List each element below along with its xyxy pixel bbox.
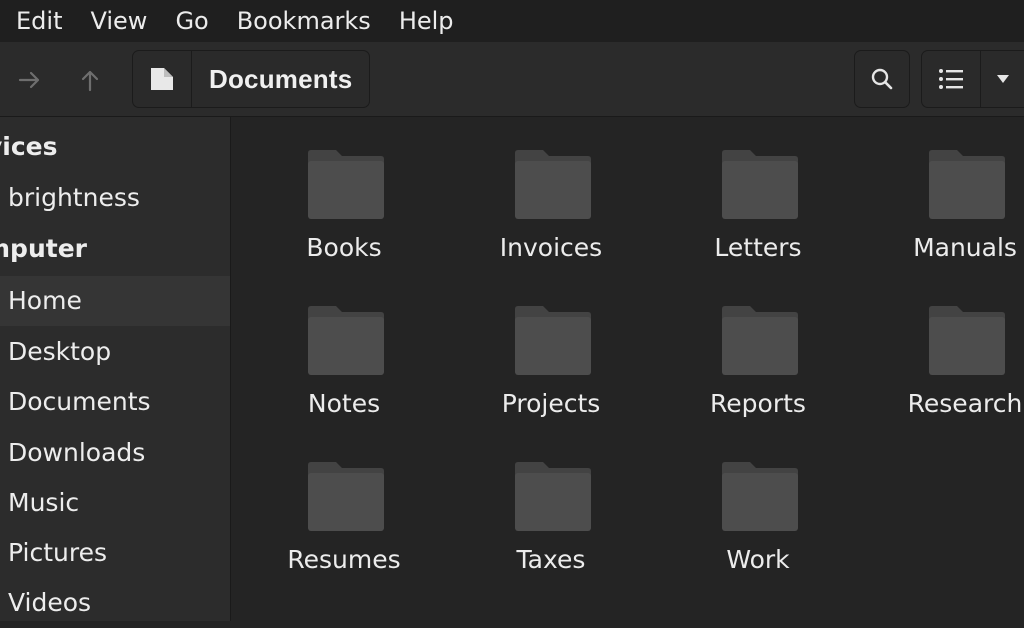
sidebar-item-downloads[interactable]: Downloads (0, 428, 230, 478)
folder-label: Resumes (287, 545, 401, 574)
folder-icon (929, 306, 1005, 375)
search-icon (871, 68, 893, 90)
folder-label: Invoices (499, 233, 603, 262)
folder-label: Taxes (516, 545, 586, 574)
folder-label: Work (726, 545, 790, 574)
folder-label: Books (306, 233, 382, 262)
folder-icon (929, 150, 1005, 219)
folder-icon (722, 306, 798, 375)
path-current[interactable]: Documents (209, 64, 352, 95)
folder-item[interactable]: Work (658, 429, 858, 574)
menu-go[interactable]: Go (175, 0, 208, 42)
view-dropdown-button[interactable] (981, 51, 1024, 107)
sidebar-header-label: mputer (0, 234, 87, 263)
folder-icon (515, 306, 591, 375)
folder-icon (515, 150, 591, 219)
folder-item[interactable]: Reports (658, 273, 858, 418)
list-view-icon (939, 69, 963, 89)
sidebar-item-label: Music (8, 488, 80, 517)
sidebar-item-label: Desktop (8, 337, 112, 366)
folder-item[interactable]: Invoices (451, 117, 651, 262)
sidebar-item-label: brightness (8, 183, 140, 212)
sidebar-item-label: Pictures (8, 538, 107, 567)
sidebar-item-music[interactable]: Music (0, 478, 230, 528)
arrow-up-icon (81, 70, 99, 92)
folder-icon (308, 150, 384, 219)
sidebar: vices brightness mputer Home Desktop Doc… (0, 117, 231, 621)
folder-label: Projects (501, 389, 601, 418)
sidebar-header-computer: mputer (0, 224, 230, 274)
search-button[interactable] (854, 50, 910, 108)
folder-item[interactable]: Letters (658, 117, 858, 262)
sidebar-item-label: Documents (8, 387, 151, 416)
folder-icon (515, 462, 591, 531)
sidebar-item-desktop[interactable]: Desktop (0, 327, 230, 377)
folder-item[interactable]: Books (244, 117, 444, 262)
sidebar-item-pictures[interactable]: Pictures (0, 528, 230, 578)
menu-bar: Edit View Go Bookmarks Help (0, 0, 1024, 42)
forward-button[interactable] (12, 62, 48, 98)
folder-label: Reports (710, 389, 806, 418)
folder-icon (722, 462, 798, 531)
folder-item[interactable]: Manuals (865, 117, 1024, 262)
document-folder-icon (151, 68, 173, 90)
up-button[interactable] (72, 62, 108, 98)
sidebar-header-label: vices (0, 132, 58, 161)
menu-help[interactable]: Help (399, 0, 454, 42)
sidebar-item-brightness[interactable]: brightness (0, 173, 230, 223)
folder-label: Notes (307, 389, 381, 418)
folder-icon (722, 150, 798, 219)
folder-item[interactable]: Notes (244, 273, 444, 418)
folder-item[interactable]: Taxes (451, 429, 651, 574)
sidebar-item-documents[interactable]: Documents (0, 377, 230, 427)
folder-icon (308, 462, 384, 531)
path-bar: Documents (132, 50, 370, 108)
folder-item[interactable]: Resumes (244, 429, 444, 574)
view-options-group (921, 50, 1024, 108)
file-grid: Books Invoices Letters Manuals Notes Projects… (231, 117, 1024, 621)
folder-label: Research (907, 389, 1023, 418)
menu-edit[interactable]: Edit (16, 0, 62, 42)
sidebar-item-label: Home (8, 286, 82, 315)
folder-item[interactable]: Projects (451, 273, 651, 418)
sidebar-item-home[interactable]: Home (0, 276, 230, 326)
chevron-down-icon (997, 75, 1009, 83)
folder-item[interactable]: Research (865, 273, 1024, 418)
toolbar: Documents (0, 42, 1024, 117)
folder-label: Letters (714, 233, 802, 262)
menu-view[interactable]: View (90, 0, 147, 42)
folder-label: Manuals (913, 233, 1017, 262)
list-view-button[interactable] (922, 51, 981, 107)
arrow-right-icon (18, 71, 40, 89)
sidebar-item-label: Downloads (8, 438, 146, 467)
path-folder-button[interactable] (133, 51, 192, 107)
sidebar-header-devices: vices (0, 122, 230, 172)
menu-bookmarks[interactable]: Bookmarks (237, 0, 371, 42)
folder-icon (308, 306, 384, 375)
